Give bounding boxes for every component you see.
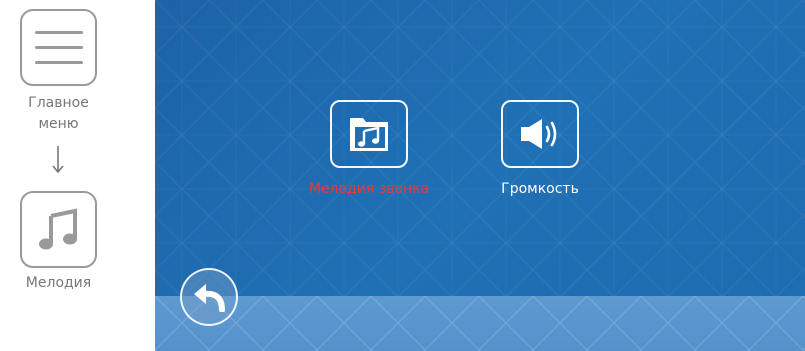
hamburger-icon [34,30,83,64]
main-menu-tile [20,9,97,86]
music-note-icon [38,208,77,249]
ringtone-tile[interactable] [330,100,408,168]
volume-tile[interactable] [501,100,579,168]
melody-label: Мелодия [25,275,92,291]
back-arrow-icon [194,284,225,312]
device-screen: Мелодия звонка Громкость [155,0,805,351]
volume-menu-item[interactable]: Громкость [465,100,615,197]
back-button[interactable] [180,268,238,326]
bottom-bar-pattern [155,296,805,351]
bottom-bar [155,296,805,351]
melody-tile [20,191,97,268]
arrow-down-icon [52,146,64,174]
speaker-volume-icon [521,119,557,149]
navigation-guide: Главное меню Мелодия [0,0,155,351]
music-folder-icon [350,118,388,151]
ringtone-menu-item[interactable]: Мелодия звонка [294,100,444,197]
page: Главное меню Мелодия Мелодия звонка Гром… [0,0,805,351]
main-menu-label: Главное меню [28,95,89,132]
ringtone-label: Мелодия звонка [308,181,430,197]
volume-label: Громкость [501,181,579,197]
